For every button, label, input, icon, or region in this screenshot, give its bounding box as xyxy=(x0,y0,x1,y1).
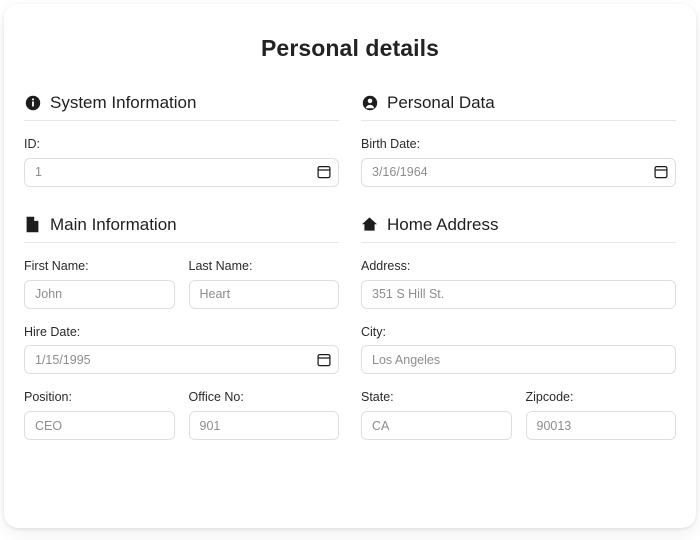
field-city: City: xyxy=(361,324,676,375)
label-state: State: xyxy=(361,390,394,405)
section-header-system-information: System Information xyxy=(24,94,339,121)
page-root: Personal details System Information ID: … xyxy=(0,0,700,540)
input-id[interactable] xyxy=(24,157,339,187)
label-id: ID: xyxy=(24,137,40,151)
section-title-main-information: Main Information xyxy=(50,214,177,234)
info-circle-icon xyxy=(24,94,41,111)
user-circle-icon xyxy=(361,94,378,111)
section-header-home-address: Home Address xyxy=(361,216,676,243)
section-title-system-information: System Information xyxy=(50,93,197,112)
input-wrap-state xyxy=(361,411,512,440)
input-wrap-first-name xyxy=(24,279,175,309)
section-system-information: System Information ID: xyxy=(24,94,339,187)
field-row-hire-date: Hire Date: xyxy=(24,324,339,375)
right-column: Personal Data Birth Date: 3/16/1964 Home… xyxy=(361,94,676,440)
section-header-personal-data: Personal Data xyxy=(361,94,676,121)
input-wrap-last-name xyxy=(188,279,339,309)
label-zipcode: Zipcode: xyxy=(525,390,574,405)
field-row-address: Address: xyxy=(361,258,676,309)
input-wrap-birth-date xyxy=(361,157,676,187)
field-row-id: ID: xyxy=(24,137,339,187)
input-wrap-hire-date xyxy=(24,345,339,375)
document-icon xyxy=(24,216,41,233)
input-birth-date[interactable] xyxy=(361,157,676,187)
input-wrap-id xyxy=(24,157,339,187)
label-office-no: Office No: xyxy=(188,390,244,405)
input-wrap-zipcode xyxy=(525,411,676,440)
input-wrap-position xyxy=(24,411,175,440)
field-hire-date: Hire Date: xyxy=(24,324,339,375)
input-state[interactable] xyxy=(361,411,512,440)
section-main-information: Main Information First Name: Last Name: xyxy=(24,216,339,440)
calendar-icon[interactable] xyxy=(316,164,332,180)
label-birth-date: Birth Date: xyxy=(361,137,421,151)
section-home-address: Home Address Address: City: xyxy=(361,216,676,440)
section-header-main-information: Main Information xyxy=(24,216,339,243)
field-row-names: First Name: Last Name: xyxy=(24,258,339,309)
home-icon xyxy=(361,216,378,233)
field-row-birth-date: Birth Date: xyxy=(361,137,676,187)
input-position[interactable] xyxy=(24,411,175,440)
field-row-state-zipcode: State: Zipcode: xyxy=(361,390,676,440)
section-personal-data: Personal Data Birth Date: xyxy=(361,94,676,187)
field-office-no: Office No: xyxy=(188,390,339,440)
label-last-name: Last Name: xyxy=(188,258,253,273)
calendar-icon[interactable] xyxy=(316,352,332,368)
input-office-no[interactable] xyxy=(188,411,339,440)
input-first-name[interactable] xyxy=(24,279,175,309)
input-wrap-address xyxy=(361,279,676,309)
field-first-name: First Name: xyxy=(24,258,175,309)
label-address: Address: xyxy=(361,258,411,273)
field-position: Position: xyxy=(24,390,175,440)
input-wrap-office-no xyxy=(188,411,339,440)
section-title-personal-data: Personal Data xyxy=(387,93,495,112)
input-city[interactable] xyxy=(361,345,676,375)
calendar-icon[interactable] xyxy=(653,164,669,180)
field-row-position-office: Position: Office No: xyxy=(24,390,339,440)
form-columns: System Information ID: 1 Main Informatio… xyxy=(4,94,696,440)
input-hire-date[interactable] xyxy=(24,345,339,375)
input-zipcode[interactable] xyxy=(525,411,676,440)
field-state: State: xyxy=(361,390,512,440)
field-zipcode: Zipcode: xyxy=(525,390,676,440)
label-first-name: First Name: xyxy=(24,258,89,273)
personal-details-card: Personal details System Information ID: … xyxy=(4,4,696,528)
left-column: System Information ID: 1 Main Informatio… xyxy=(24,94,339,440)
field-row-city: City: xyxy=(361,324,676,375)
field-address: Address: xyxy=(361,258,676,309)
input-wrap-city xyxy=(361,345,676,375)
input-last-name[interactable] xyxy=(188,279,339,309)
label-city: City: xyxy=(361,324,386,339)
input-address[interactable] xyxy=(361,279,676,309)
label-hire-date: Hire Date: xyxy=(24,324,81,339)
field-birth-date: Birth Date: xyxy=(361,137,676,187)
section-title-home-address: Home Address xyxy=(387,214,499,234)
field-last-name: Last Name: xyxy=(188,258,339,309)
label-position: Position: xyxy=(24,390,72,405)
field-id: ID: xyxy=(24,137,339,187)
page-title: Personal details xyxy=(260,35,439,61)
